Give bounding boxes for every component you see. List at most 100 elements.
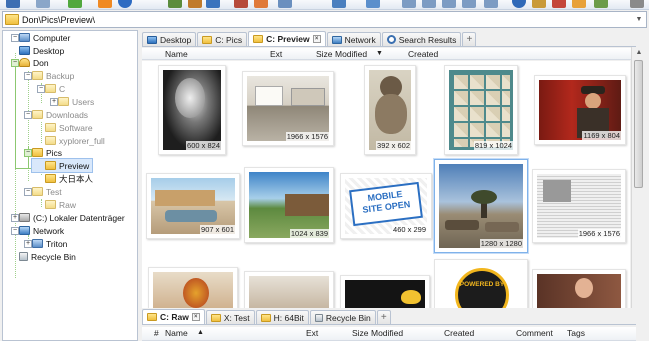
folder-icon (32, 71, 43, 80)
column-ext[interactable]: Ext (306, 328, 318, 338)
filter-icon[interactable] (366, 0, 380, 8)
column-size[interactable]: Size (352, 328, 369, 338)
new-folder-icon[interactable] (168, 0, 182, 8)
collapse-toggle[interactable]: − (24, 149, 32, 157)
thumbnail-item[interactable]: MOBILE SITE OPEN 460 x 299 (340, 173, 432, 239)
tree-item-dainipponjin[interactable]: 大日本人 (45, 172, 93, 185)
tree-item-don[interactable]: Don (19, 56, 49, 69)
tree-item-downloads[interactable]: Downloads (32, 108, 88, 121)
view-icon[interactable] (402, 0, 416, 8)
tree-item-c[interactable]: C (45, 82, 65, 95)
panes-icon[interactable] (462, 0, 476, 8)
add-tab-button[interactable]: + (462, 32, 477, 46)
column-created[interactable]: Created (444, 328, 474, 338)
scroll-up-icon[interactable]: ▲ (632, 47, 646, 59)
tab-search-results[interactable]: Search Results (381, 32, 462, 46)
cut-icon[interactable] (234, 0, 248, 8)
thumbnail-item[interactable] (532, 269, 626, 308)
expand-toggle[interactable]: + (24, 240, 32, 248)
thumbnail-item[interactable] (340, 275, 430, 308)
add-tab-button[interactable]: + (376, 310, 391, 324)
undo-icon[interactable] (332, 0, 346, 8)
thumbnail-item[interactable]: 1966 x 1576 (242, 71, 334, 146)
collapse-toggle[interactable]: − (11, 34, 19, 42)
expand-toggle[interactable]: + (11, 214, 19, 222)
options-icon[interactable] (594, 0, 608, 8)
tree-item-users[interactable]: Users (58, 95, 94, 108)
expand-toggle[interactable]: + (50, 98, 58, 106)
column-name[interactable]: Name (165, 49, 188, 59)
palette-icon[interactable] (572, 0, 586, 8)
zoom-icon[interactable] (512, 0, 526, 8)
paste-icon[interactable] (278, 0, 292, 8)
refresh-icon[interactable] (118, 0, 132, 8)
tree-item-preview[interactable]: Preview (31, 158, 93, 173)
tree-item-raw[interactable]: Raw (45, 198, 76, 211)
delete-icon[interactable] (552, 0, 566, 8)
tree-item-test[interactable]: Test (32, 185, 62, 198)
scrollbar-thumb[interactable] (634, 60, 643, 188)
column-tags[interactable]: Tags (567, 328, 585, 338)
thumbnail-item[interactable] (244, 271, 334, 308)
thumbnail-item[interactable]: POWERED BY (434, 259, 528, 308)
tree-item-local-drive[interactable]: (C:) Lokaler Datenträger (19, 211, 125, 224)
tree-item-computer[interactable]: Computer (19, 31, 70, 44)
up-icon[interactable] (68, 0, 82, 8)
find-icon[interactable] (188, 0, 202, 8)
column-comment[interactable]: Comment (516, 328, 553, 338)
tab-network[interactable]: Network (326, 32, 381, 46)
chevron-down-icon[interactable]: ▼ (632, 12, 646, 27)
column-index[interactable]: # (154, 328, 159, 338)
tree-item-software[interactable]: Software (45, 121, 93, 134)
address-path[interactable]: Don\Pics\Preview\ (22, 15, 632, 25)
thumbnail-item[interactable] (148, 267, 238, 308)
column-name[interactable]: Name (165, 328, 188, 338)
thumbnail-item[interactable]: 907 x 601 (146, 173, 240, 239)
collapse-toggle[interactable]: − (24, 188, 32, 196)
column-created[interactable]: Created (408, 49, 438, 59)
thumbnail-item[interactable]: 1169 x 804 (534, 75, 626, 145)
column-size[interactable]: Size (316, 49, 333, 59)
thumbnail-item[interactable]: 1966 x 1576 (532, 169, 626, 243)
thumbnail-item[interactable]: 1024 x 839 (244, 167, 334, 243)
column-modified[interactable]: Modified (371, 328, 403, 338)
back-icon[interactable] (6, 0, 20, 8)
collapse-toggle[interactable]: − (11, 59, 19, 67)
folder-tree: − Computer Desktop − Don − Backup − C + … (2, 30, 138, 341)
tree-item-network[interactable]: Network (19, 224, 64, 237)
tab-desktop[interactable]: Desktop (142, 32, 197, 46)
thumbnail-item[interactable]: 392 x 602 (364, 65, 416, 155)
tab-c-pics[interactable]: C: Pics (197, 32, 248, 46)
tab-c-preview[interactable]: C: Preview × (248, 31, 326, 46)
tree-item-pics[interactable]: Pics (32, 146, 62, 159)
address-bar[interactable]: Don\Pics\Preview\ ▼ (2, 11, 647, 28)
tab-x-test[interactable]: X: Test (205, 310, 255, 324)
collapse-toggle[interactable]: − (37, 85, 45, 93)
collapse-toggle[interactable]: − (24, 72, 32, 80)
collapse-toggle[interactable]: − (24, 111, 32, 119)
thumbnail-item[interactable]: 600 x 824 (158, 65, 226, 155)
column-modified[interactable]: Modified (335, 49, 367, 59)
tab-recycle-bin[interactable]: Recycle Bin (309, 310, 376, 324)
vertical-scrollbar[interactable]: ▲ (631, 47, 645, 308)
tree-item-recycle-bin[interactable]: Recycle Bin (19, 250, 76, 263)
tree-item-backup[interactable]: Backup (32, 69, 74, 82)
forward-icon[interactable] (36, 0, 50, 8)
menu-icon[interactable] (630, 0, 644, 8)
close-icon[interactable]: × (312, 35, 321, 43)
layout-icon[interactable] (422, 0, 436, 8)
tab-h-64bit[interactable]: H: 64Bit (255, 310, 309, 324)
home-icon[interactable] (98, 0, 112, 8)
tab-c-raw[interactable]: C: Raw × (142, 309, 205, 324)
thumbnail-item[interactable]: 819 x 1024 (444, 65, 518, 155)
search-icon[interactable] (206, 0, 220, 8)
tree-item-triton[interactable]: Triton (32, 237, 67, 250)
thumbnail-item-selected[interactable]: 1280 x 1280 (434, 159, 528, 253)
columns-icon[interactable] (442, 0, 456, 8)
copy-icon[interactable] (254, 0, 268, 8)
close-icon[interactable]: × (191, 313, 200, 321)
tag-icon[interactable] (532, 0, 546, 8)
column-ext[interactable]: Ext (270, 49, 282, 59)
collapse-toggle[interactable]: − (11, 227, 19, 235)
details-icon[interactable] (484, 0, 498, 8)
